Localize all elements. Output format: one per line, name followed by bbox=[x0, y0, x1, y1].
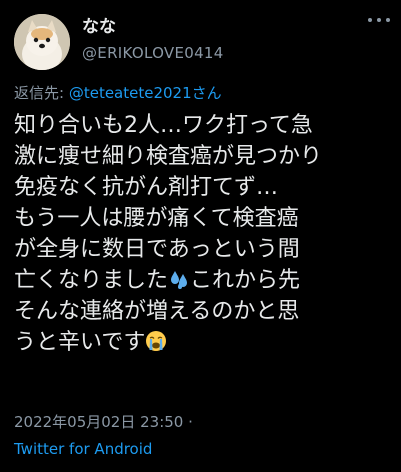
tweet-text-line: が全身に数日であっという間 bbox=[14, 237, 300, 262]
reply-prefix: 返信先: bbox=[14, 84, 69, 102]
tweet-text-line-with-emoji: 亡くなりました これから先 bbox=[14, 265, 394, 296]
tweet-text-fragment: 亡くなりました bbox=[14, 268, 169, 293]
tweet-header: なな @ERIKOLOVE0414 bbox=[14, 8, 394, 74]
tweet-text-fragment: うと辛いです bbox=[14, 330, 146, 355]
tweet-text-line: そんな連絡が増えるのかと思 bbox=[14, 299, 300, 324]
tweet-text: 知り合いも2人…ワク打って急 激に痩せ細り検査癌が見つかり 免疫なく抗がん剤打て… bbox=[14, 110, 394, 358]
tweet-text-line: 知り合いも2人…ワク打って急 bbox=[14, 113, 313, 138]
loudly-crying-face-icon bbox=[146, 331, 167, 351]
reply-to-line: 返信先: @teteatete2021さん bbox=[14, 83, 222, 103]
tweet-text-fragment: これから先 bbox=[190, 268, 301, 293]
more-options-icon[interactable] bbox=[368, 18, 390, 26]
author-names: なな @ERIKOLOVE0414 bbox=[82, 16, 224, 64]
sweat-droplets-icon bbox=[171, 271, 188, 289]
tweet-text-line: 激に痩せ細り検査癌が見つかり bbox=[14, 144, 323, 169]
dog-avatar-icon bbox=[14, 14, 70, 70]
tweet-source-link[interactable]: Twitter for Android bbox=[14, 439, 152, 459]
display-name[interactable]: なな bbox=[82, 16, 224, 38]
tweet-timestamp[interactable]: 2022年05月02日 23:50 · bbox=[14, 412, 193, 432]
reply-mention-link[interactable]: @teteatete2021さん bbox=[69, 84, 222, 102]
avatar[interactable] bbox=[14, 14, 70, 70]
tweet-text-line-with-emoji: うと辛いです bbox=[14, 327, 394, 358]
user-handle[interactable]: @ERIKOLOVE0414 bbox=[82, 42, 224, 64]
tweet-text-line: 免疫なく抗がん剤打てず… bbox=[14, 175, 279, 200]
tweet-text-line: もう一人は腰が痛くて検査癌 bbox=[14, 206, 299, 231]
tweet: なな @ERIKOLOVE0414 返信先: @teteatete2021さん … bbox=[0, 0, 401, 472]
